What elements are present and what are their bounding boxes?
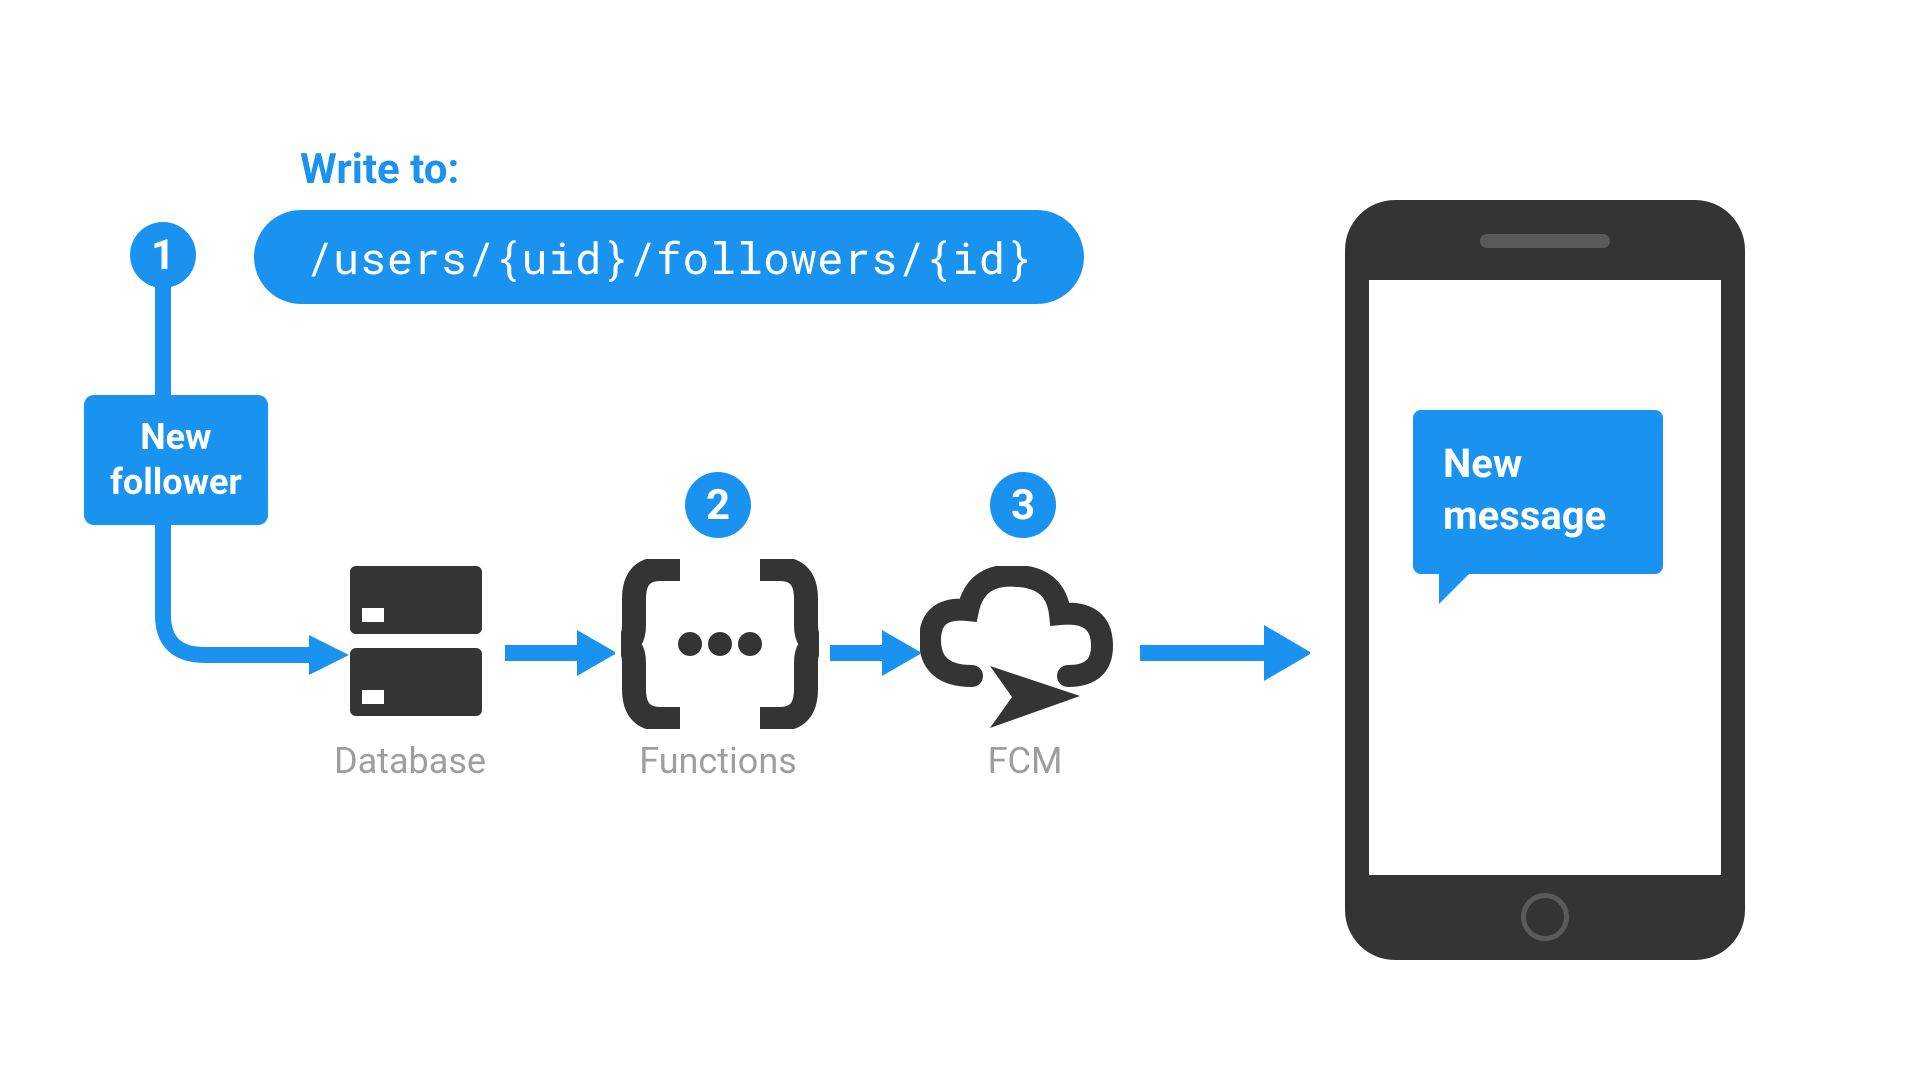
database-label: Database (310, 740, 510, 782)
fcm-icon (920, 566, 1120, 736)
arrow-fcm-to-phone (1140, 625, 1310, 681)
phone-screen: New message (1369, 280, 1721, 875)
phone-device: New message (1345, 200, 1745, 960)
notification-text: New message (1443, 440, 1606, 539)
phone-home-button (1521, 893, 1569, 941)
fcm-label: FCM (925, 740, 1125, 782)
step-badge-3: 3 (990, 472, 1056, 538)
database-icon (350, 566, 482, 716)
arrow-database-to-functions (505, 630, 615, 676)
path-pill: /users/{uid}/followers/{id} (254, 210, 1084, 304)
functions-icon (620, 559, 820, 729)
connector-step1-to-box (155, 285, 171, 400)
diagram-canvas: Write to: /users/{uid}/followers/{id} 1 … (0, 0, 1920, 1080)
phone-speaker (1480, 234, 1610, 248)
arrow-functions-to-fcm (830, 630, 920, 676)
functions-label: Functions (618, 740, 818, 782)
new-follower-text: New follower (110, 416, 242, 503)
notification-bubble: New message (1413, 410, 1663, 574)
step-badge-2: 2 (685, 472, 751, 538)
step-badge-1: 1 (130, 222, 196, 288)
write-to-label: Write to: (300, 145, 459, 194)
arrow-follower-to-database (149, 505, 349, 675)
